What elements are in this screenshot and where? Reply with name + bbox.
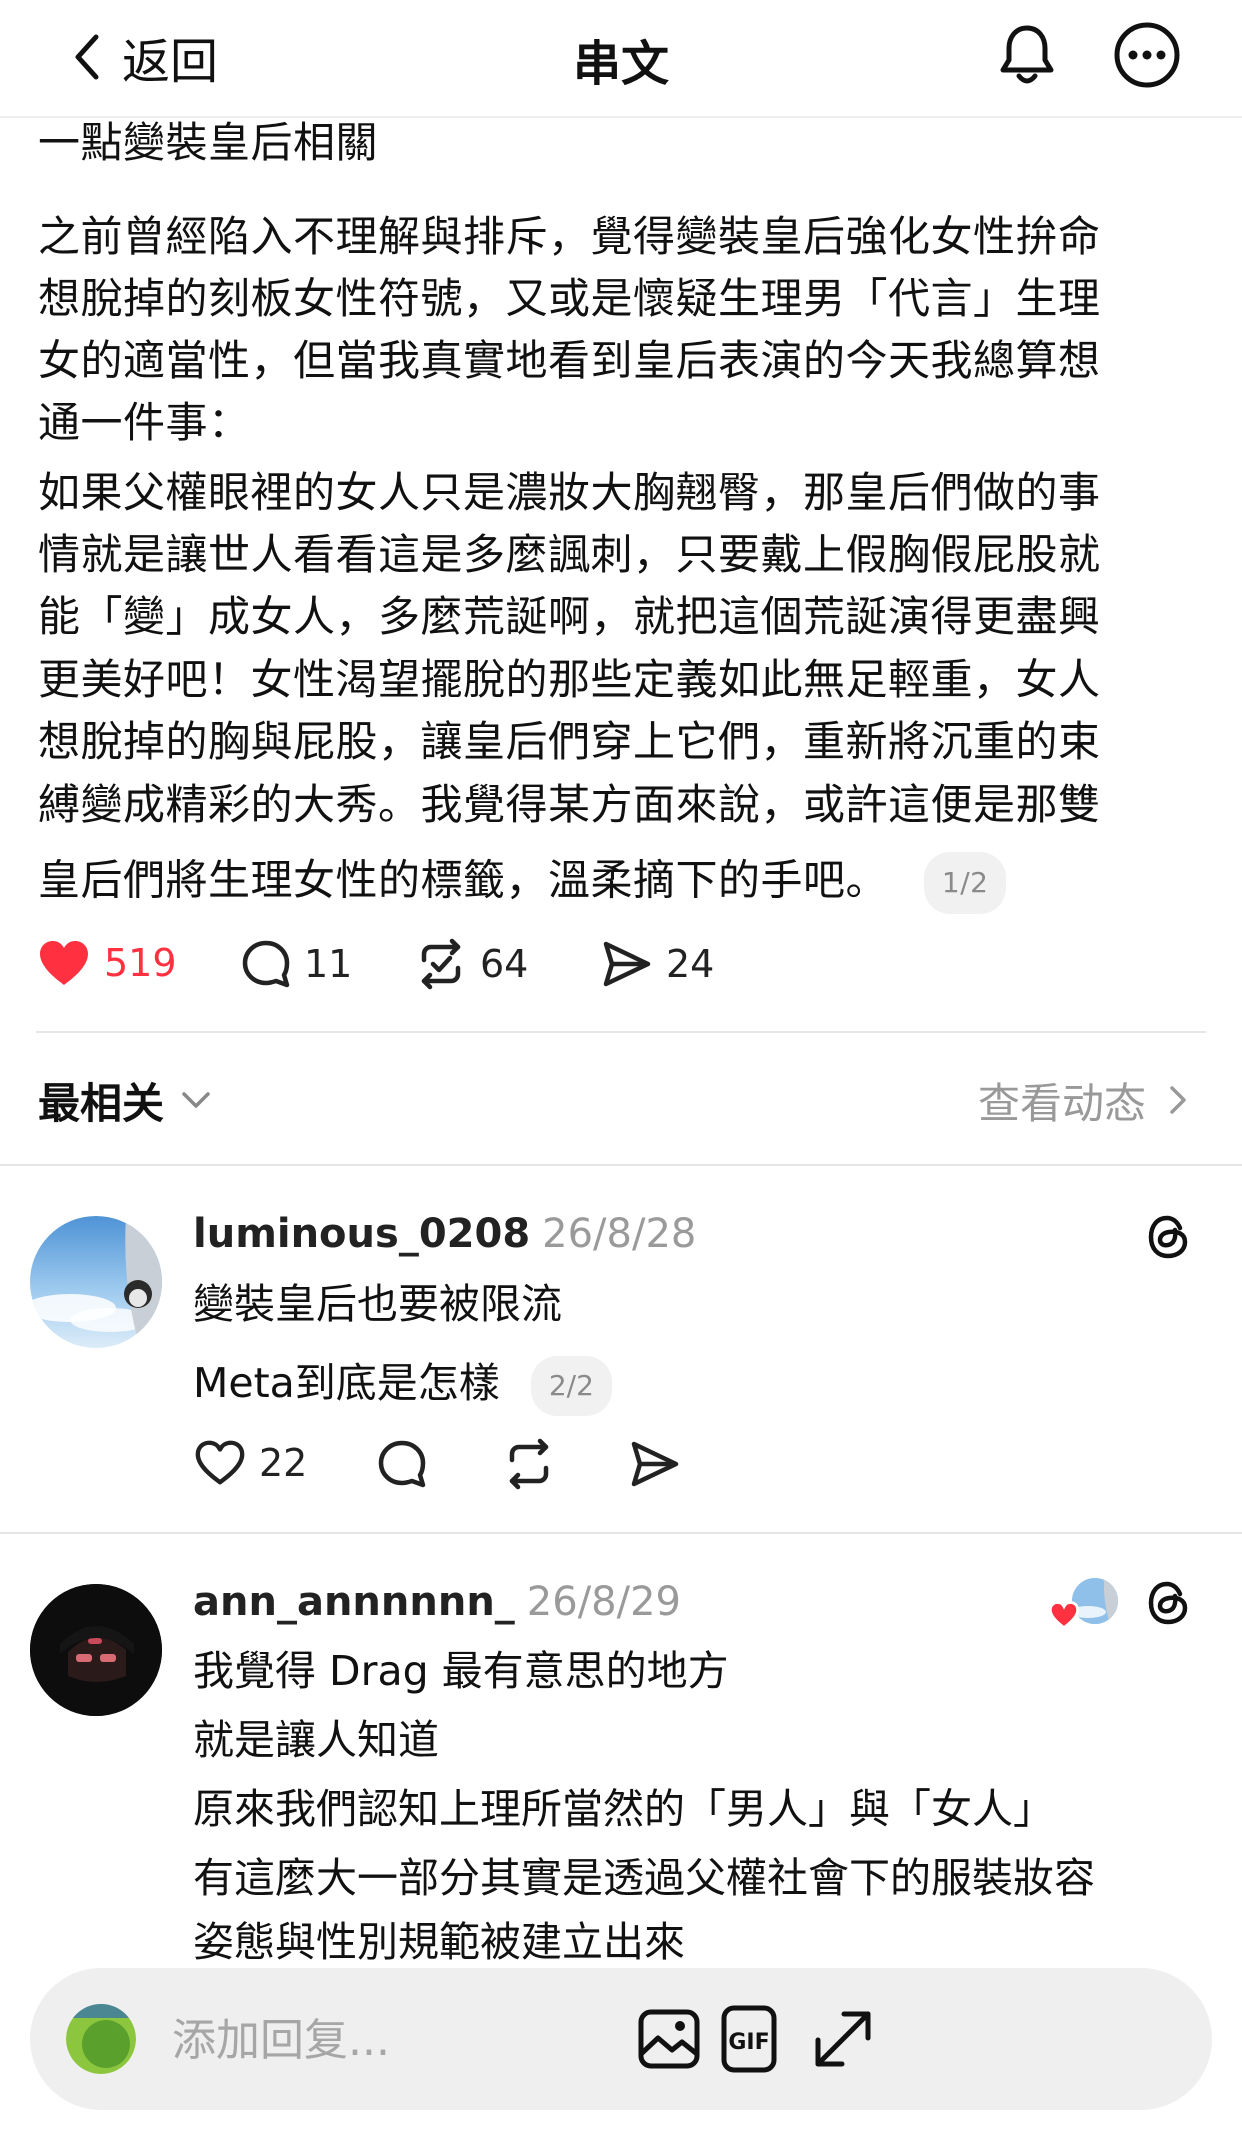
- post-text-line: 縛變成精彩的大秀。我覺得某方面來說，或許這便是那雙: [38, 780, 1101, 829]
- comment-icon: [378, 1440, 426, 1488]
- avatar-image: [30, 1216, 162, 1348]
- like-button[interactable]: 519: [36, 938, 177, 988]
- sort-dropdown[interactable]: 最相关: [38, 1070, 214, 1130]
- avatar-image: [30, 1584, 162, 1716]
- reply-meta: luminous_0208 26/8/28: [193, 1206, 696, 1262]
- repost-button[interactable]: 64: [414, 938, 528, 990]
- image-icon: [638, 2009, 700, 2069]
- divider: [0, 1164, 1242, 1166]
- threads-icon: [1148, 1215, 1188, 1259]
- more-icon: [1114, 22, 1180, 88]
- share-icon: [603, 941, 651, 987]
- threads-button[interactable]: [1144, 1212, 1194, 1262]
- top-bar: 返回 串文: [0, 0, 1242, 118]
- divider: [36, 1031, 1206, 1033]
- post-text-line: 之前曾經陷入不理解與排斥，覺得變裝皇后強化女性拚命: [38, 212, 1101, 261]
- bell-icon: [1000, 25, 1054, 84]
- chevron-down-icon: [182, 1092, 210, 1108]
- divider: [0, 1532, 1242, 1534]
- reply-date: 26/8/29: [526, 1579, 681, 1625]
- reply-text-line: 變裝皇后也要被限流: [193, 1280, 562, 1328]
- post-text-line: 更美好吧！女性渴望擺脫的那些定義如此無足輕重，女人: [38, 655, 1101, 704]
- comment-icon: [242, 940, 290, 988]
- reply-text-line: 原來我們認知上理所當然的「男人」與「女人」: [193, 1785, 1054, 1833]
- svg-text:GIF: GIF: [728, 2030, 769, 2055]
- repost-count: 64: [480, 942, 529, 986]
- reply-date: 26/8/28: [542, 1211, 697, 1257]
- comment-button[interactable]: 11: [240, 938, 352, 990]
- reply-text-line: Meta到底是怎樣 2/2: [193, 1356, 612, 1416]
- post-text-line: 如果父權眼裡的女人只是濃妝大胸翹臀，那皇后們做的事: [38, 468, 1101, 517]
- post-text-line: 女的適當性，但當我真實地看到皇后表演的今天我總算想: [38, 336, 1101, 385]
- share-count: 24: [666, 942, 715, 986]
- reply-like-count: 22: [259, 1441, 308, 1485]
- reply-composer: GIF: [30, 1968, 1212, 2110]
- heart-icon: [40, 941, 88, 985]
- post-text-line: 想脫掉的胸與屁股，讓皇后們穿上它們，重新將沉重的束: [38, 717, 1101, 766]
- reply-text-line: 就是讓人知道: [193, 1716, 439, 1764]
- notification-button[interactable]: [993, 20, 1061, 88]
- reply-like-button[interactable]: 22: [193, 1438, 307, 1488]
- reply-text-line: 我覺得 Drag 最有意思的地方: [193, 1647, 729, 1695]
- post-text-line: 皇后們將生理女性的標籤，溫柔摘下的手吧。 1/2: [38, 852, 1007, 914]
- heart-icon: [1048, 1600, 1080, 1630]
- reply-comment-button[interactable]: [376, 1438, 428, 1490]
- reply-username[interactable]: luminous_0208: [193, 1211, 530, 1257]
- avatar[interactable]: [30, 1584, 162, 1716]
- threads-icon: [1148, 1581, 1188, 1625]
- view-activity-link[interactable]: 查看动态: [978, 1070, 1190, 1130]
- reply-text-line: 有這麼大一部分其實是透過父權社會下的服裝妝容: [193, 1854, 1095, 1902]
- gif-icon: GIF: [721, 2005, 777, 2073]
- activity-label: 查看动态: [977, 1078, 1146, 1128]
- post-text-line: 一點變裝皇后相關: [38, 118, 379, 167]
- sort-label: 最相关: [38, 1078, 165, 1128]
- post-text-line: 能「變」成女人，多麼荒誕啊，就把這個荒誕演得更盡興: [38, 592, 1101, 641]
- avatar[interactable]: [30, 1216, 162, 1348]
- repost-icon: [509, 1438, 549, 1490]
- page-badge: 1/2: [923, 852, 1007, 914]
- repost-icon: [421, 938, 461, 990]
- chevron-right-icon: [1170, 1086, 1186, 1114]
- heart-icon: [195, 1440, 245, 1485]
- comment-count: 11: [304, 942, 353, 986]
- reply-meta: ann_annnnnn_ 26/8/29: [193, 1574, 681, 1630]
- like-count: 519: [104, 941, 177, 985]
- reply-username[interactable]: ann_annnnnn_: [193, 1579, 515, 1625]
- attach-image-button[interactable]: [636, 2006, 702, 2072]
- expand-button[interactable]: [808, 2004, 878, 2074]
- expand-icon: [815, 2011, 871, 2067]
- more-options-button[interactable]: [1112, 20, 1182, 90]
- reply-share-button[interactable]: [628, 1438, 682, 1490]
- post-text-line: 情就是讓世人看看這是多麼諷刺，只要戴上假胸假屁股就: [38, 530, 1101, 579]
- post-text-line-content: 皇后們將生理女性的標籤，溫柔摘下的手吧。: [38, 855, 889, 905]
- reply-text-line-content: Meta到底是怎樣: [193, 1359, 500, 1407]
- post-text-line: 通一件事：: [38, 398, 251, 447]
- post-text-line: 想脫掉的刻板女性符號，又或是懷疑生理男「代言」生理: [38, 274, 1101, 323]
- threads-button[interactable]: [1144, 1578, 1194, 1628]
- share-button[interactable]: 24: [600, 938, 714, 990]
- reply-repost-button[interactable]: [502, 1438, 556, 1490]
- gif-button[interactable]: GIF: [720, 2004, 778, 2074]
- reply-text-line: 姿態與性別規範被建立出來: [193, 1918, 685, 1966]
- liked-by-author-indicator: [1048, 1578, 1120, 1630]
- my-avatar: [66, 2004, 136, 2074]
- page-badge: 2/2: [530, 1356, 612, 1416]
- share-icon: [631, 1441, 679, 1487]
